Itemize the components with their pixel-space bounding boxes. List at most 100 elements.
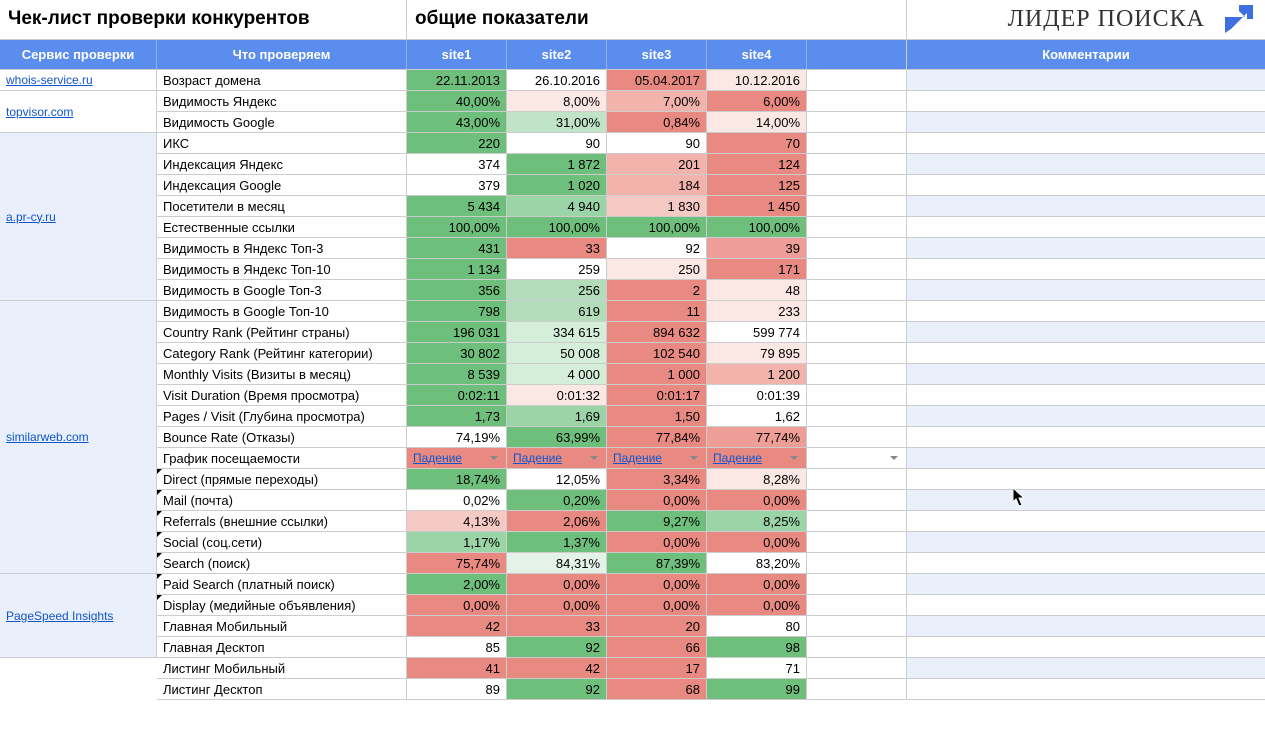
data-cell[interactable]: 2,06% [507, 511, 607, 531]
header-site3[interactable]: site3 [607, 40, 707, 69]
data-cell[interactable]: 0,00% [607, 490, 707, 510]
data-cell[interactable]: Падение [507, 448, 607, 468]
header-site4[interactable]: site4 [707, 40, 807, 69]
header-site2[interactable]: site2 [507, 40, 607, 69]
data-cell[interactable]: 1 020 [507, 175, 607, 195]
data-cell[interactable]: 201 [607, 154, 707, 174]
data-cell[interactable]: 42 [507, 658, 607, 678]
data-cell[interactable]: 374 [407, 154, 507, 174]
data-cell[interactable]: 0,00% [607, 574, 707, 594]
data-cell[interactable]: 8,00% [507, 91, 607, 111]
data-cell[interactable]: 0:01:32 [507, 385, 607, 405]
data-cell[interactable]: 79 895 [707, 343, 807, 363]
data-cell[interactable]: 100,00% [707, 217, 807, 237]
data-cell[interactable]: 0,00% [407, 595, 507, 615]
param-cell[interactable]: Видимость в Google Топ-3 [157, 280, 407, 301]
comment-cell[interactable] [907, 658, 1265, 679]
comment-cell[interactable] [907, 133, 1265, 154]
data-cell[interactable]: 85 [407, 637, 507, 657]
param-cell[interactable]: Видимость Google [157, 112, 407, 133]
data-cell[interactable]: 66 [607, 637, 707, 657]
data-cell[interactable]: 90 [607, 133, 707, 153]
param-cell[interactable]: ИКС [157, 133, 407, 154]
data-cell[interactable]: 98 [707, 637, 807, 657]
data-cell[interactable]: 2,00% [407, 574, 507, 594]
param-cell[interactable]: Естественные ссылки [157, 217, 407, 238]
data-cell[interactable]: 124 [707, 154, 807, 174]
param-cell[interactable]: Видимость Яндекс [157, 91, 407, 112]
data-cell[interactable]: 92 [607, 238, 707, 258]
data-cell[interactable]: 894 632 [607, 322, 707, 342]
data-cell[interactable]: 7,00% [607, 91, 707, 111]
data-cell[interactable]: 0,00% [607, 595, 707, 615]
data-cell[interactable]: 1 200 [707, 364, 807, 384]
param-cell[interactable]: Pages / Visit (Глубина просмотра) [157, 406, 407, 427]
data-cell[interactable]: 1,73 [407, 406, 507, 426]
comment-cell[interactable] [907, 280, 1265, 301]
comment-cell[interactable] [907, 112, 1265, 133]
param-cell[interactable]: Возраст домена [157, 70, 407, 91]
data-cell[interactable]: 75,74% [407, 553, 507, 573]
data-cell[interactable]: Падение [407, 448, 507, 468]
data-cell[interactable]: 2 [607, 280, 707, 300]
data-cell[interactable]: 1 134 [407, 259, 507, 279]
comment-cell[interactable] [907, 574, 1265, 595]
data-cell[interactable]: 0:01:17 [607, 385, 707, 405]
data-cell[interactable]: 0,00% [707, 595, 807, 615]
data-cell[interactable]: 17 [607, 658, 707, 678]
data-cell[interactable]: 8,25% [707, 511, 807, 531]
data-cell[interactable]: 50 008 [507, 343, 607, 363]
data-cell[interactable]: 0:01:39 [707, 385, 807, 405]
data-cell[interactable]: 1,62 [707, 406, 807, 426]
data-cell[interactable]: 0,00% [607, 532, 707, 552]
data-cell[interactable]: 233 [707, 301, 807, 321]
comment-cell[interactable] [907, 70, 1265, 91]
param-cell[interactable]: Referrals (внешние ссылки) [157, 511, 407, 532]
data-cell[interactable]: 70 [707, 133, 807, 153]
comment-cell[interactable] [907, 616, 1265, 637]
data-cell[interactable]: 1,37% [507, 532, 607, 552]
param-cell[interactable]: Mail (почта) [157, 490, 407, 511]
comment-cell[interactable] [907, 154, 1265, 175]
data-cell[interactable]: 798 [407, 301, 507, 321]
comment-cell[interactable] [907, 511, 1265, 532]
data-cell[interactable]: 0:02:11 [407, 385, 507, 405]
data-cell[interactable]: 334 615 [507, 322, 607, 342]
data-cell[interactable]: 9,27% [607, 511, 707, 531]
param-cell[interactable]: Главная Мобильный [157, 616, 407, 637]
param-cell[interactable]: Category Rank (Рейтинг категории) [157, 343, 407, 364]
header-site1[interactable]: site1 [407, 40, 507, 69]
data-cell[interactable]: 74,19% [407, 427, 507, 447]
data-cell[interactable]: 87,39% [607, 553, 707, 573]
param-cell[interactable]: Visit Duration (Время просмотра) [157, 385, 407, 406]
data-cell[interactable]: 0,20% [507, 490, 607, 510]
comment-cell[interactable] [907, 469, 1265, 490]
data-cell[interactable]: 0,02% [407, 490, 507, 510]
data-cell[interactable]: 26.10.2016 [507, 70, 607, 90]
comment-cell[interactable] [907, 238, 1265, 259]
data-cell[interactable]: 619 [507, 301, 607, 321]
comment-cell[interactable] [907, 427, 1265, 448]
data-cell[interactable]: 90 [507, 133, 607, 153]
data-cell[interactable]: 4,13% [407, 511, 507, 531]
data-cell[interactable]: 0,00% [707, 490, 807, 510]
data-cell[interactable]: 14,00% [707, 112, 807, 132]
data-cell[interactable]: 92 [507, 637, 607, 657]
data-cell[interactable]: 84,31% [507, 553, 607, 573]
comment-cell[interactable] [907, 406, 1265, 427]
data-cell[interactable]: 100,00% [407, 217, 507, 237]
data-cell[interactable]: 20 [607, 616, 707, 636]
data-cell[interactable]: 89 [407, 679, 507, 699]
param-cell[interactable]: Display (медийные объявления) [157, 595, 407, 616]
data-cell[interactable]: 33 [507, 238, 607, 258]
data-cell[interactable]: 42 [407, 616, 507, 636]
data-cell[interactable]: 1 872 [507, 154, 607, 174]
data-cell[interactable]: 6,00% [707, 91, 807, 111]
comment-cell[interactable] [907, 637, 1265, 658]
data-cell[interactable]: 33 [507, 616, 607, 636]
data-cell[interactable]: 99 [707, 679, 807, 699]
data-cell[interactable]: 80 [707, 616, 807, 636]
comment-cell[interactable] [907, 595, 1265, 616]
data-cell[interactable]: 4 940 [507, 196, 607, 216]
data-cell[interactable]: 8,28% [707, 469, 807, 489]
